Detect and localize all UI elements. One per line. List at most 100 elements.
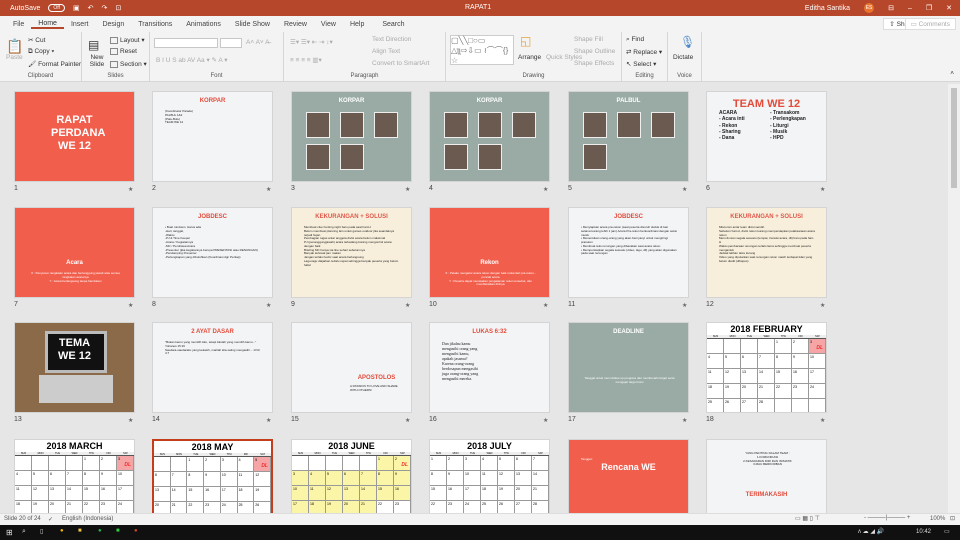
arrange-icon[interactable]: ◱ xyxy=(520,34,531,48)
transition-star-icon[interactable]: ★ xyxy=(266,417,271,424)
tab-help[interactable]: Help xyxy=(343,21,371,28)
slide-thumbnail[interactable]: KORPAR xyxy=(429,91,550,182)
font-name-input[interactable] xyxy=(154,38,218,48)
powerpoint-icon[interactable]: ● xyxy=(134,528,138,534)
tab-slide-show[interactable]: Slide Show xyxy=(228,21,277,28)
font-format-buttons[interactable]: B I U S ab AV Aa ▾ ✎ A ▾ xyxy=(156,56,227,64)
slide-thumbnail[interactable]: TEAM WE 12 ACARA - Acara inti - Rekon - Shar… xyxy=(706,91,827,182)
slide-thumbnail[interactable]: TEMA WE 12 xyxy=(14,322,135,413)
shape-fill-button[interactable]: Shape Fill xyxy=(574,36,603,43)
transition-star-icon[interactable]: ★ xyxy=(543,417,548,424)
slide-thumbnail[interactable]: KORPAR (Koordinator Parade) PALBUL 1&2 (Pal… xyxy=(152,91,273,182)
transition-star-icon[interactable]: ★ xyxy=(543,302,548,309)
tab-animations[interactable]: Animations xyxy=(179,21,228,28)
ribbon-display-icon[interactable]: ⊟ xyxy=(888,4,894,12)
transition-star-icon[interactable]: ★ xyxy=(128,302,133,309)
shape-effects-button[interactable]: Shape Effects xyxy=(574,60,614,67)
transition-star-icon[interactable]: ★ xyxy=(682,302,687,309)
clock[interactable]: 10:42 xyxy=(916,529,931,535)
list-buttons[interactable]: ☰▾ ☰▾ ⇤ ⇥ ↕▾ xyxy=(290,38,333,46)
paste-icon[interactable]: 📋 xyxy=(6,38,23,55)
minimize-icon[interactable]: – xyxy=(908,5,912,12)
slide-thumbnail[interactable]: JOBDESC • Menyiapkan acara pra-rekon (saa… xyxy=(568,207,689,298)
slide-thumbnail[interactable]: Rencana WE Tanggal : xyxy=(568,439,689,513)
redo-icon[interactable]: ↷ xyxy=(101,4,107,12)
fit-slide-icon[interactable]: ⊡ xyxy=(950,515,955,522)
present-icon[interactable]: ⊡ xyxy=(115,4,121,12)
slide-thumbnail[interactable]: 2018 MARCH SUN MON TUE WED THU FRI SAT 1 2 3 DL 4 5 6 7… xyxy=(14,439,135,513)
new-slide-icon[interactable]: ▤ xyxy=(88,38,99,52)
transition-star-icon[interactable]: ★ xyxy=(405,302,410,309)
slide-thumbnail[interactable]: RAPAT PERDANA WE 12 xyxy=(14,91,135,182)
undo-icon[interactable]: ↶ xyxy=(88,4,94,12)
slide-thumbnail[interactable]: DEADLINE Tanggal untuk mem-follow-up prog… xyxy=(568,322,689,413)
tab-transitions[interactable]: Transitions xyxy=(131,21,179,28)
new-slide-button[interactable]: New Slide xyxy=(86,54,108,68)
file-explorer-icon[interactable]: ■ xyxy=(78,528,82,534)
comments-button[interactable]: ▭ Comments xyxy=(904,18,956,30)
transition-star-icon[interactable]: ★ xyxy=(266,186,271,193)
line-icon[interactable]: ■ xyxy=(116,528,120,534)
system-tray-icons[interactable]: ʌ ☁ ◢ 🔊 xyxy=(858,528,884,535)
slide-thumbnail[interactable]: 2018 MAY SUN MON TUE WED THU FRI SAT 1 2 3 4 5 DL 6 7 8 9… xyxy=(152,439,273,513)
slide-thumbnail[interactable]: KEKURANGAN + SOLUSI Miscomm antar team di… xyxy=(706,207,827,298)
font-size-buttons[interactable]: A˄ A˅ A̶ xyxy=(246,39,270,46)
chrome-icon[interactable]: ● xyxy=(60,528,64,534)
slide-thumbnail[interactable]: KORPAR xyxy=(291,91,412,182)
zoom-slider[interactable]: - ———|——— + xyxy=(864,515,910,521)
transition-star-icon[interactable]: ★ xyxy=(682,186,687,193)
slide-thumbnail[interactable]: APOSTOLOS A PASSION TO LOVE AND SHARE WIT… xyxy=(291,322,412,413)
tab-search[interactable]: Search xyxy=(375,21,411,28)
tab-insert[interactable]: Insert xyxy=(64,21,96,28)
slide-thumbnail[interactable]: Rekon X : Pelaku mengatur acara rekon den… xyxy=(429,207,550,298)
slide-thumbnail[interactable]: KEKURANGAN + SOLUSI Membuat clue hunting … xyxy=(291,207,412,298)
tab-view[interactable]: View xyxy=(314,21,343,28)
slide-thumbnail[interactable]: LUKAS 6:32 Dan jikalau kamu mengasihi ora… xyxy=(429,322,550,413)
tab-home[interactable]: Home xyxy=(31,20,64,29)
transition-star-icon[interactable]: ★ xyxy=(820,186,825,193)
zoom-level[interactable]: 100% xyxy=(930,516,945,522)
arrange-button[interactable]: Arrange xyxy=(518,54,541,61)
text-direction-button[interactable]: Text Direction xyxy=(372,36,411,43)
shape-outline-button[interactable]: Shape Outline xyxy=(574,48,615,55)
collapse-ribbon-icon[interactable]: ˄ xyxy=(950,70,954,77)
convert-smartart-button[interactable]: Convert to SmartArt xyxy=(372,60,429,67)
slide-thumbnail[interactable]: JOBDESC • Buat rundown. Harus ada -Hari, t… xyxy=(152,207,273,298)
tab-review[interactable]: Review xyxy=(277,21,314,28)
find-button[interactable]: ⌕ Find xyxy=(626,36,644,44)
reset-button[interactable]: Reset xyxy=(110,48,137,55)
shapes-gallery[interactable]: ▢╲╲□○▭ △ʅʅ⇨⇩▭ ≀⌒⌒{}☆ xyxy=(450,35,514,65)
section-button[interactable]: Section ▾ xyxy=(110,60,147,68)
autosave-toggle[interactable]: Off xyxy=(48,4,65,12)
language-indicator[interactable]: English (Indonesia) xyxy=(62,516,113,522)
save-icon[interactable]: ▣ xyxy=(73,4,80,12)
view-buttons[interactable]: ▭ ▦ ▯ ⊤ xyxy=(795,515,820,522)
replace-button[interactable]: ⇄ Replace ▾ xyxy=(626,48,662,56)
transition-star-icon[interactable]: ★ xyxy=(128,186,133,193)
align-buttons[interactable]: ≡ ≡ ≡ ≡ ▥▾ xyxy=(290,56,322,64)
scrollbar-thumb[interactable] xyxy=(951,88,957,188)
transition-star-icon[interactable]: ★ xyxy=(820,417,825,424)
layout-button[interactable]: Layout ▾ xyxy=(110,36,145,44)
vertical-scrollbar[interactable] xyxy=(948,84,960,513)
transition-star-icon[interactable]: ★ xyxy=(405,186,410,193)
microphone-icon[interactable]: 🎙 xyxy=(680,35,695,49)
transition-star-icon[interactable]: ★ xyxy=(543,186,548,193)
select-button[interactable]: ↖ Select ▾ xyxy=(626,60,656,68)
slide-thumbnail[interactable]: 2018 FEBRUARY SUN MON TUE WED THU FRI SAT 1 2 3 DL 4… xyxy=(706,322,827,413)
transition-star-icon[interactable]: ★ xyxy=(266,302,271,309)
slide-thumbnail[interactable]: Acara X : Penyusun rangkaian acara dan be… xyxy=(14,207,135,298)
tab-file[interactable]: File xyxy=(6,21,31,28)
close-icon[interactable]: ✕ xyxy=(946,4,952,12)
transition-star-icon[interactable]: ★ xyxy=(405,417,410,424)
slide-thumbnail[interactable]: 2 AYAT DASAR "Bukan kamu yang memilih Aku… xyxy=(152,322,273,413)
cut-button[interactable]: ✂ Cut xyxy=(28,36,45,44)
spotify-icon[interactable]: ● xyxy=(98,528,102,534)
notifications-icon[interactable]: ▭ xyxy=(944,528,950,535)
transition-star-icon[interactable]: ★ xyxy=(820,302,825,309)
slide-thumbnail[interactable]: 2018 JULY SUN MON TUE WED THU FRI SAT 1 2 3 4 5 6 7 8 9 1… xyxy=(429,439,550,513)
format-painter-button[interactable]: 🖌 Format Painter xyxy=(28,60,81,68)
avatar[interactable]: ES xyxy=(864,3,875,13)
font-size-input[interactable] xyxy=(220,38,242,48)
paste-button[interactable]: Paste xyxy=(6,54,23,61)
